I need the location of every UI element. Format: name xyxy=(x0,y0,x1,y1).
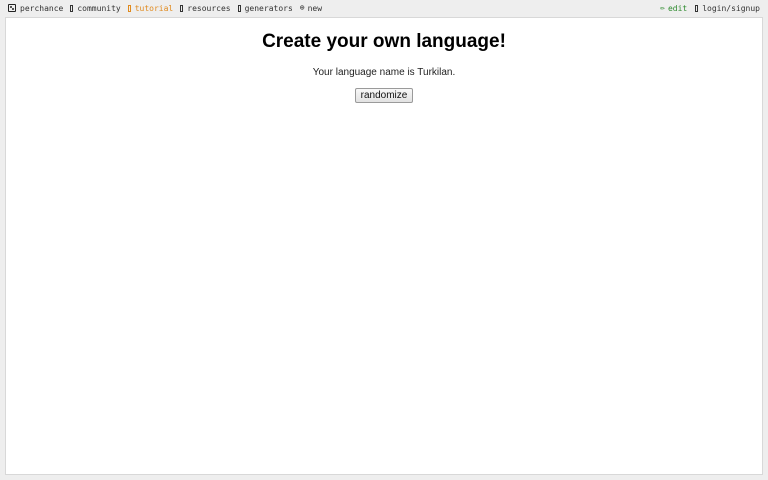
nav-edit[interactable]: ✏ edit xyxy=(660,4,687,13)
tutorial-icon xyxy=(127,4,131,12)
top-nav-bar: perchance community tutorial resources g… xyxy=(0,0,768,16)
language-name-sentence: Your language name is Turkilan. xyxy=(6,67,762,79)
nav-community[interactable]: community xyxy=(70,3,121,13)
generators-icon xyxy=(237,4,241,12)
community-icon xyxy=(70,4,74,12)
nav-perchance[interactable]: perchance xyxy=(8,4,63,13)
nav-perchance-label: perchance xyxy=(20,3,64,13)
nav-tutorial-label: tutorial xyxy=(134,3,174,13)
nav-left: perchance community tutorial resources g… xyxy=(8,0,329,16)
sentence-suffix: . xyxy=(452,67,456,78)
nav-community-label: community xyxy=(77,3,121,13)
nav-new-label: new xyxy=(307,3,323,13)
generator-frame: Create your own language! Your language … xyxy=(5,17,763,475)
language-name: Turkilan xyxy=(417,67,453,78)
page-title: Create your own language! xyxy=(262,31,506,52)
nav-new[interactable]: ⊕ new xyxy=(300,4,322,13)
plus-circle-icon: ⊕ xyxy=(299,3,305,12)
resources-icon xyxy=(180,4,184,12)
randomize-button[interactable]: randomize xyxy=(354,88,414,103)
dice-icon xyxy=(8,4,16,12)
pencil-icon: ✏ xyxy=(660,3,665,12)
nav-tutorial[interactable]: tutorial xyxy=(127,3,174,13)
nav-generators-label: generators xyxy=(244,3,293,13)
nav-right: ✏ edit login/signup xyxy=(652,0,760,16)
sentence-prefix: Your language name is xyxy=(312,67,418,78)
nav-edit-label: edit xyxy=(667,3,688,13)
user-icon xyxy=(695,4,699,12)
nav-resources[interactable]: resources xyxy=(180,3,231,13)
nav-login-signup[interactable]: login/signup xyxy=(695,4,760,13)
nav-login-signup-label: login/signup xyxy=(702,3,760,13)
nav-resources-label: resources xyxy=(187,3,231,13)
nav-generators[interactable]: generators xyxy=(237,3,293,13)
